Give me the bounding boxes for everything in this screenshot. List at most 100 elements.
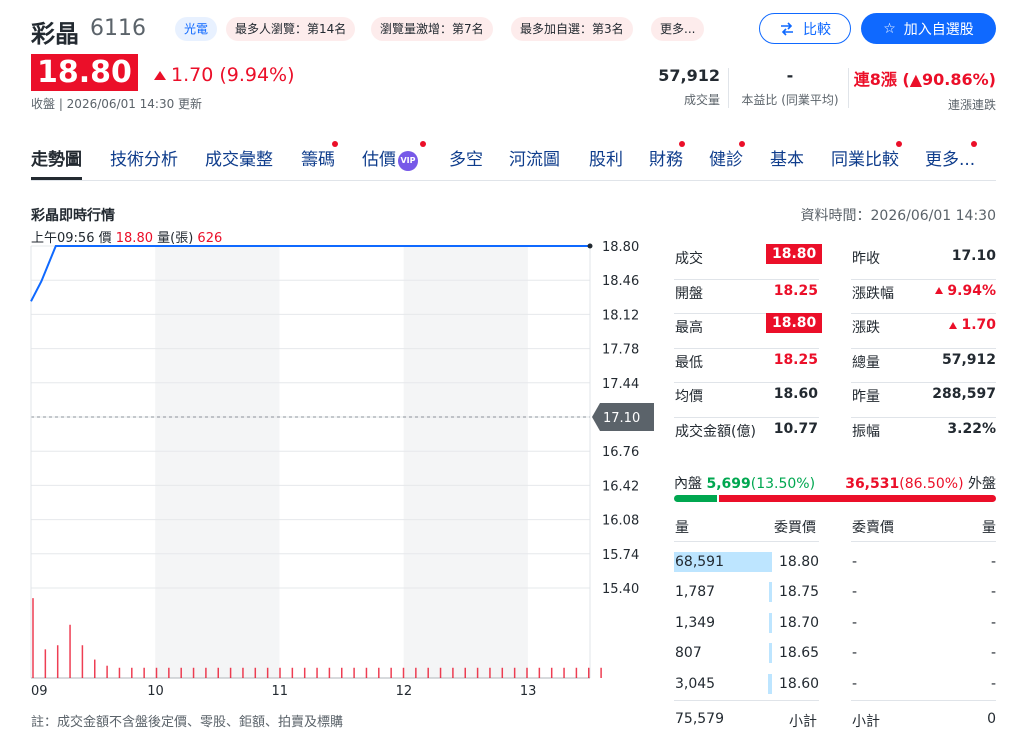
stat-pe: - 本益比 (同業平均) — [738, 66, 842, 108]
notification-dot — [679, 141, 685, 147]
quote-value: 18.25 — [773, 351, 818, 368]
ask-subtotal-label: 小計 — [852, 714, 880, 730]
x-tick-label: 13 — [520, 684, 537, 699]
bid-price: 18.65 — [779, 645, 820, 662]
quote-value-highlight: 18.80 — [766, 313, 823, 333]
quote-value: 10.77 — [773, 420, 818, 437]
ask-volume: - — [990, 554, 996, 570]
ask-price: - — [852, 675, 858, 692]
notification-dot — [896, 141, 902, 147]
tab-more[interactable]: 更多... — [925, 145, 975, 170]
intraday-chart[interactable]: 18.80 18.46 18.12 17.78 17.44 16.76 16.42 16.08… — [0, 0, 660, 710]
bid-volume: 3,045 — [675, 675, 716, 692]
quote-label: 總量 — [852, 354, 880, 371]
hour-band — [403, 246, 528, 678]
bid-depth-bar — [769, 612, 772, 633]
stat-pe-label: 本益比 (同業平均) — [741, 93, 839, 107]
data-time: 資料時間：2026/06/01 14:30 — [800, 208, 997, 224]
x-tick-label: 09 — [31, 684, 48, 699]
tab-health[interactable]: 健診 — [709, 145, 743, 170]
compare-icon — [781, 21, 793, 36]
quote-label: 漲跌 — [852, 320, 880, 336]
notification-dot — [971, 141, 977, 147]
ob-header-ask: 委賣價 — [852, 520, 894, 536]
quote-label: 成交金額(億) — [675, 423, 756, 440]
stat-streak-label: 連漲連跌 — [947, 98, 996, 112]
outer-volume: 36,531(86.50%) 外盤 — [845, 473, 996, 493]
row-divider — [851, 278, 996, 280]
y-tick-label: 16.42 — [602, 479, 639, 494]
star-icon: ☆ — [883, 20, 896, 37]
row-divider — [674, 278, 819, 280]
stat-volume-value: 57,912 — [658, 66, 720, 85]
row-divider — [851, 347, 996, 349]
bid-volume: 807 — [675, 645, 702, 662]
bid-total: 75,579 — [675, 711, 724, 727]
inner-label: 內盤 — [674, 476, 702, 492]
ob-header-bid: 委買價 — [774, 520, 816, 536]
stat-streak: 連8漲 (▲90.86%) 連漲連跌 — [854, 66, 996, 113]
outer-pct: (86.50%) — [899, 476, 964, 492]
bid-subtotal-label: 小計 — [789, 714, 817, 730]
quote-label: 開盤 — [675, 285, 703, 302]
quote-label: 均價 — [675, 389, 703, 405]
bid-volume: 1,787 — [675, 584, 716, 601]
y-tick-label: 18.12 — [602, 308, 639, 323]
outer-label: 外盤 — [968, 476, 996, 492]
quote-label: 振幅 — [852, 423, 880, 440]
y-tick-label: 17.44 — [602, 377, 639, 392]
row-divider — [851, 700, 996, 701]
inner-volume: 內盤 5,699(13.50%) — [674, 473, 815, 493]
quote-label: 成交 — [675, 251, 703, 267]
last-price-dot — [587, 243, 593, 249]
bid-price: 18.60 — [779, 675, 820, 692]
row-divider — [851, 541, 996, 542]
divider — [848, 68, 849, 108]
bid-volume: 68,591 — [675, 554, 724, 570]
ob-header-bid-vol: 量 — [675, 520, 689, 536]
inner-value: 5,699 — [706, 476, 751, 492]
quote-value: 18.25 — [773, 282, 818, 299]
footnote: 註：成交金額不含盤後定價、零股、鉅額、拍賣及標購 — [31, 715, 344, 730]
row-divider — [851, 313, 996, 314]
stat-streak-value: 連8漲 (▲90.86%) — [853, 70, 996, 89]
ask-price: - — [852, 584, 858, 601]
y-tick-label: 18.80 — [602, 240, 639, 255]
stat-pe-value: - — [786, 66, 794, 85]
ask-price: - — [852, 554, 858, 570]
bid-price: 18.80 — [779, 554, 820, 570]
reference-price-label: 17.10 — [603, 411, 640, 426]
y-tick-label: 17.78 — [602, 343, 639, 358]
quote-value: 57,912 — [941, 351, 996, 368]
ask-volume: - — [990, 645, 996, 662]
divider — [728, 68, 729, 108]
row-divider — [674, 347, 819, 349]
tab-peer-compare[interactable]: 同業比較 — [831, 145, 899, 170]
bid-depth-bar — [769, 643, 772, 664]
quote-label: 最低 — [675, 354, 703, 371]
ask-price: - — [852, 645, 858, 662]
stat-volume-label: 成交量 — [683, 93, 720, 107]
bid-price: 18.75 — [779, 584, 820, 601]
tab-basic[interactable]: 基本 — [770, 145, 804, 170]
compare-button[interactable]: 比較 — [759, 13, 851, 44]
row-divider — [674, 382, 819, 383]
quote-label: 漲跌幅 — [852, 285, 894, 302]
quote-label: 昨收 — [852, 251, 880, 267]
x-tick-label: 10 — [147, 684, 164, 699]
quote-value: 9.94% — [935, 283, 996, 299]
quote-value: 18.60 — [773, 386, 818, 402]
y-tick-label: 16.08 — [602, 514, 639, 529]
add-watchlist-label: 加入自選股 — [903, 21, 974, 38]
add-watchlist-button[interactable]: ☆ 加入自選股 — [861, 13, 996, 44]
y-tick-label: 18.46 — [602, 274, 639, 289]
quote-label: 最高 — [675, 320, 703, 336]
row-divider — [851, 382, 996, 383]
stat-volume: 57,912 成交量 — [658, 66, 720, 108]
bid-volume: 1,349 — [675, 614, 716, 631]
y-tick-label: 16.76 — [602, 445, 639, 460]
ask-total: 0 — [987, 711, 996, 727]
inner-ratio-bar — [674, 495, 717, 502]
row-divider — [851, 416, 996, 418]
row-divider — [674, 416, 819, 418]
